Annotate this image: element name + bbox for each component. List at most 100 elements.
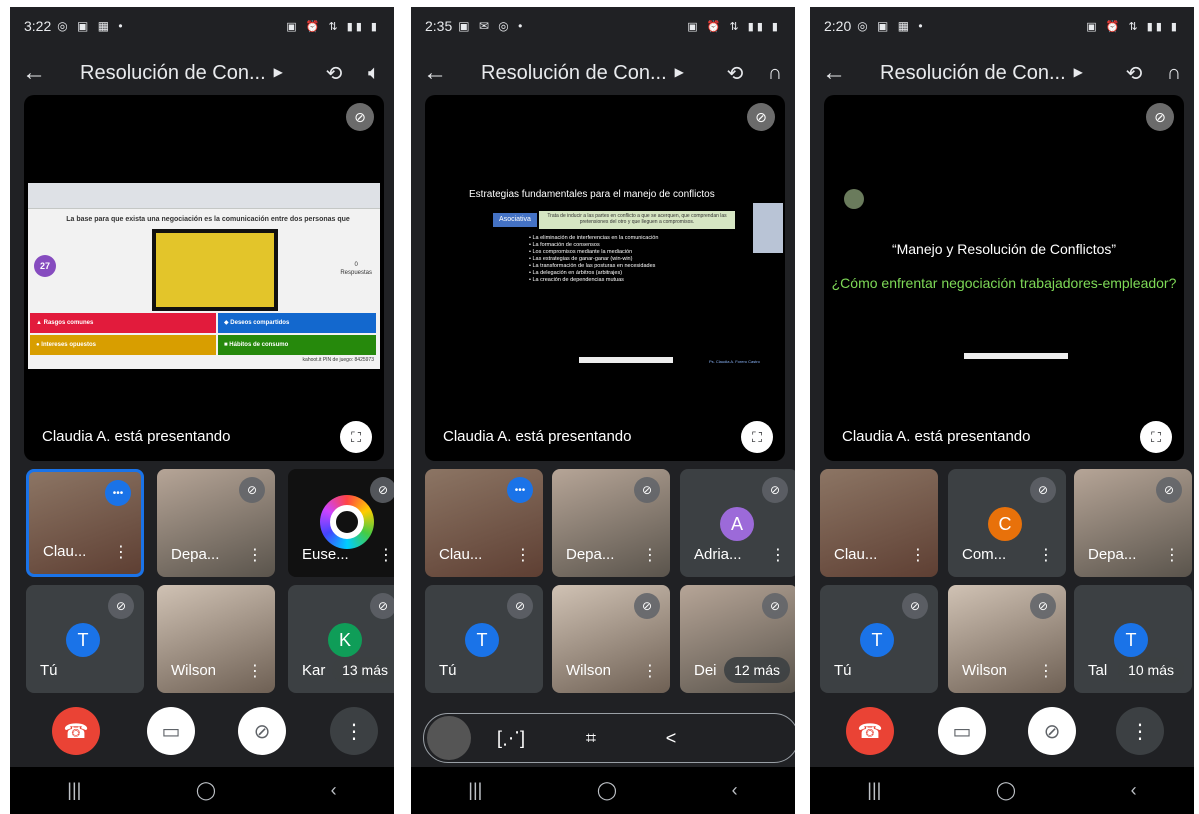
participant-name: Clau... xyxy=(834,546,878,563)
more-participants-badge[interactable]: 12 más xyxy=(724,657,790,683)
mic-off-button[interactable]: ⊘ xyxy=(1028,707,1076,755)
fullscreen-button[interactable]: ⛶ xyxy=(340,421,372,453)
notification-icons: ◎ ▣ ▦ • xyxy=(57,19,126,33)
participant-name: Tú xyxy=(439,662,457,679)
camera-off-button[interactable]: ▭ xyxy=(147,707,195,755)
fullscreen-button[interactable]: ⛶ xyxy=(1140,421,1172,453)
switch-camera-icon[interactable]: ⟲ xyxy=(715,61,755,86)
more-options-icon[interactable]: ⋮ xyxy=(378,545,394,565)
participant-tile[interactable]: ⊘ Depa... ⋮ xyxy=(1074,469,1192,577)
more-participants-badge[interactable]: 10 más xyxy=(1118,657,1184,683)
home-icon[interactable]: ◯ xyxy=(196,780,216,801)
home-icon[interactable]: ◯ xyxy=(996,780,1016,801)
back-icon[interactable]: ‹ xyxy=(1131,780,1137,801)
answer-yellow: ● Intereses opuestos xyxy=(30,335,216,355)
participant-tile[interactable]: ⊘ Depa... ⋮ xyxy=(157,469,275,577)
recents-icon[interactable]: ||| xyxy=(67,780,81,801)
mic-off-icon: ⊘ xyxy=(346,103,374,131)
list-item: • Los compromisos mediante la mediación xyxy=(529,249,633,255)
screenshot-icon[interactable]: [⋰] xyxy=(471,728,551,749)
participant-tile[interactable]: ⊘ Dei 12 más xyxy=(680,585,795,693)
home-icon[interactable]: ◯ xyxy=(597,780,617,801)
participant-tile[interactable]: ⊘ C Com... ⋮ xyxy=(948,469,1066,577)
more-options-icon[interactable]: ⋮ xyxy=(910,545,926,565)
participant-tile[interactable]: ⊘ Euse... ⋮ xyxy=(288,469,394,577)
mic-off-icon: ⊘ xyxy=(1030,477,1056,503)
share-icon[interactable]: < xyxy=(631,728,711,749)
slide-tag-description: Trata de inducir a las partes en conflic… xyxy=(539,211,735,229)
switch-camera-icon[interactable]: ⟲ xyxy=(314,61,354,86)
participant-tile[interactable]: ⊘ Depa... ⋮ xyxy=(552,469,670,577)
participant-name: Wilson xyxy=(171,662,217,679)
status-bar: 2:20 ◎ ▣ ▦ • ▣ ⏰ ⇅ ▮▮ ▮ xyxy=(810,7,1194,45)
shared-slide: Estrategias fundamentales para el manejo… xyxy=(439,175,783,375)
more-options-icon[interactable]: ⋮ xyxy=(515,545,531,565)
more-options-icon[interactable]: ⋮ xyxy=(1164,545,1180,565)
more-options-icon[interactable]: ⋮ xyxy=(770,545,786,565)
end-call-button[interactable]: ☎ xyxy=(846,707,894,755)
android-nav-bar: ||| ◯ ‹ xyxy=(810,767,1194,814)
more-options-icon[interactable]: ⋮ xyxy=(1038,661,1054,681)
end-call-button[interactable]: ☎ xyxy=(52,707,100,755)
participant-name: Wilson xyxy=(566,662,612,679)
meeting-title[interactable]: Resolución de Con... ▶ xyxy=(58,62,314,85)
participant-tile[interactable]: ⊘ Wilson ⋮ xyxy=(552,585,670,693)
participant-tile[interactable]: ⊘ T Tú xyxy=(820,585,938,693)
mic-off-button[interactable]: ⊘ xyxy=(238,707,286,755)
recents-icon[interactable]: ||| xyxy=(867,780,881,801)
more-options-icon[interactable]: ⋮ xyxy=(247,545,263,565)
slide-footer-bar xyxy=(964,353,1068,359)
meeting-title[interactable]: Resolución de Con... ▶ xyxy=(459,62,715,85)
presenting-label: Claudia A. está presentando xyxy=(443,428,632,445)
participant-tile[interactable]: T Tal 10 más xyxy=(1074,585,1192,693)
back-icon[interactable]: ‹ xyxy=(732,780,738,801)
switch-camera-icon[interactable]: ⟲ xyxy=(1114,61,1154,86)
quiz-question: La base para que exista una negociación … xyxy=(66,216,350,237)
headphones-icon[interactable]: ∩ xyxy=(1154,62,1194,85)
screen-preview[interactable] xyxy=(427,716,471,760)
quiz-image xyxy=(152,229,278,311)
fullscreen-button[interactable]: ⛶ xyxy=(741,421,773,453)
camera-off-button[interactable]: ▭ xyxy=(938,707,986,755)
participant-tile[interactable]: ⊘ T Tú xyxy=(425,585,543,693)
phone-screen-1: 3:22 ◎ ▣ ▦ • ▣ ⏰ ⇅ ▮▮ ▮ ← Resolución de … xyxy=(10,7,394,814)
slide-logo xyxy=(844,189,864,209)
notification-icons: ◎ ▣ ▦ • xyxy=(857,19,926,33)
slide-tag: Asociativa xyxy=(493,213,537,227)
back-arrow-icon[interactable]: ← xyxy=(810,59,858,87)
more-options-button[interactable]: ⋮ xyxy=(330,707,378,755)
participant-tile[interactable]: Wilson ⋮ xyxy=(157,585,275,693)
more-options-icon[interactable]: ⋮ xyxy=(642,545,658,565)
meeting-title[interactable]: Resolución de Con... ▶ xyxy=(858,62,1114,85)
more-options-button[interactable]: ⋮ xyxy=(1116,707,1164,755)
slide-subtitle: ¿Cómo enfrentar negociación trabajadores… xyxy=(831,275,1177,291)
back-arrow-icon[interactable]: ← xyxy=(10,59,58,87)
list-item: • La delegación en árbitros (arbitrajes) xyxy=(529,270,623,276)
crop-icon[interactable]: ⌗ xyxy=(551,728,631,749)
slide-title: “Manejo y Resolución de Conflictos” xyxy=(891,241,1117,257)
back-icon[interactable]: ‹ xyxy=(331,780,337,801)
participant-tile[interactable]: ⊘ T Tú xyxy=(26,585,144,693)
participant-tile[interactable]: ••• Clau... ⋮ xyxy=(425,469,543,577)
participant-tile[interactable]: ⊘ K Kar 13 más xyxy=(288,585,394,693)
answer-green: ■ Hábitos de consumo xyxy=(218,335,376,355)
participant-tile[interactable]: Clau... ⋮ xyxy=(820,469,938,577)
avatar: C xyxy=(988,507,1022,541)
participant-tile[interactable]: ⊘ Wilson ⋮ xyxy=(948,585,1066,693)
mic-off-icon: ⊘ xyxy=(507,593,533,619)
more-options-icon[interactable]: ⋮ xyxy=(1038,545,1054,565)
headphones-icon[interactable]: ∩ xyxy=(755,62,795,85)
participant-tile[interactable]: ••• Clau... ⋮ xyxy=(26,469,144,577)
participant-name: Depa... xyxy=(171,546,220,563)
speaker-icon[interactable]: 🔈︎ xyxy=(354,62,394,85)
participant-name: Clau... xyxy=(439,546,483,563)
more-options-icon[interactable]: ⋮ xyxy=(113,542,129,562)
more-options-icon[interactable]: ⋮ xyxy=(247,661,263,681)
presenting-label: Claudia A. está presentando xyxy=(842,428,1031,445)
more-options-icon[interactable]: ⋮ xyxy=(642,661,658,681)
back-arrow-icon[interactable]: ← xyxy=(411,59,459,87)
participant-tile[interactable]: ⊘ A Adria... ⋮ xyxy=(680,469,795,577)
more-participants-badge[interactable]: 13 más xyxy=(332,657,394,683)
recents-icon[interactable]: ||| xyxy=(468,780,482,801)
chevron-right-icon: ▶ xyxy=(674,64,684,79)
